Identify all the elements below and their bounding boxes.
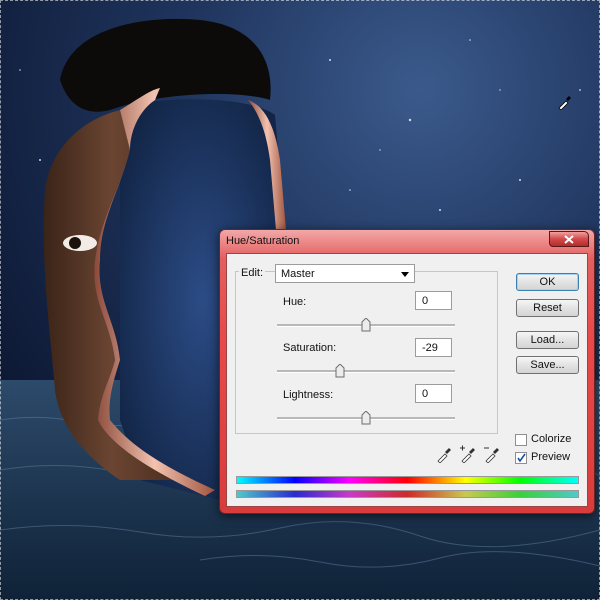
save-button[interactable]: Save... — [516, 356, 579, 374]
dialog-titlebar[interactable]: Hue/Saturation — [220, 230, 594, 252]
eyedropper-plus-icon[interactable] — [459, 445, 477, 463]
colorize-checkbox[interactable] — [515, 434, 527, 446]
eyedropper-minus-icon[interactable] — [483, 445, 501, 463]
edit-select[interactable]: Master — [275, 264, 415, 283]
hue-saturation-dialog: Hue/Saturation Edit: Master Hue: 0 Satur… — [219, 229, 595, 514]
lightness-slider-thumb[interactable] — [361, 411, 371, 425]
load-button[interactable]: Load... — [516, 331, 579, 349]
edit-label: Edit: — [239, 267, 266, 279]
eyedropper-cursor-icon — [558, 96, 571, 110]
eyedropper-icon[interactable] — [435, 445, 453, 463]
dropdown-arrow-icon — [401, 272, 409, 277]
input-spectrum-bar — [236, 476, 579, 484]
preview-label: Preview — [531, 451, 571, 463]
saturation-slider-track[interactable] — [277, 370, 455, 373]
lightness-input[interactable]: 0 — [415, 384, 452, 403]
ok-button[interactable]: OK — [516, 273, 579, 291]
reset-button[interactable]: Reset — [516, 299, 579, 317]
dialog-body: Edit: Master Hue: 0 Saturation: -29 Ligh… — [226, 253, 588, 507]
adjustment-group — [235, 271, 498, 434]
close-icon — [564, 235, 574, 244]
colorize-label: Colorize — [531, 433, 572, 445]
lightness-label: Lightness: — [283, 389, 334, 401]
preview-checkbox[interactable] — [515, 452, 527, 464]
saturation-label: Saturation: — [283, 342, 337, 354]
output-spectrum-bar — [236, 490, 579, 498]
hue-slider-thumb[interactable] — [361, 318, 371, 332]
hue-label: Hue: — [283, 296, 307, 308]
saturation-slider-thumb[interactable] — [335, 364, 345, 378]
close-button[interactable] — [549, 231, 589, 247]
edit-select-value: Master — [281, 268, 315, 280]
photoshop-canvas[interactable]: Hue/Saturation Edit: Master Hue: 0 Satur… — [0, 0, 600, 600]
checkmark-icon — [517, 453, 526, 463]
hue-input[interactable]: 0 — [415, 291, 452, 310]
dialog-title: Hue/Saturation — [226, 235, 300, 247]
saturation-input[interactable]: -29 — [415, 338, 452, 357]
